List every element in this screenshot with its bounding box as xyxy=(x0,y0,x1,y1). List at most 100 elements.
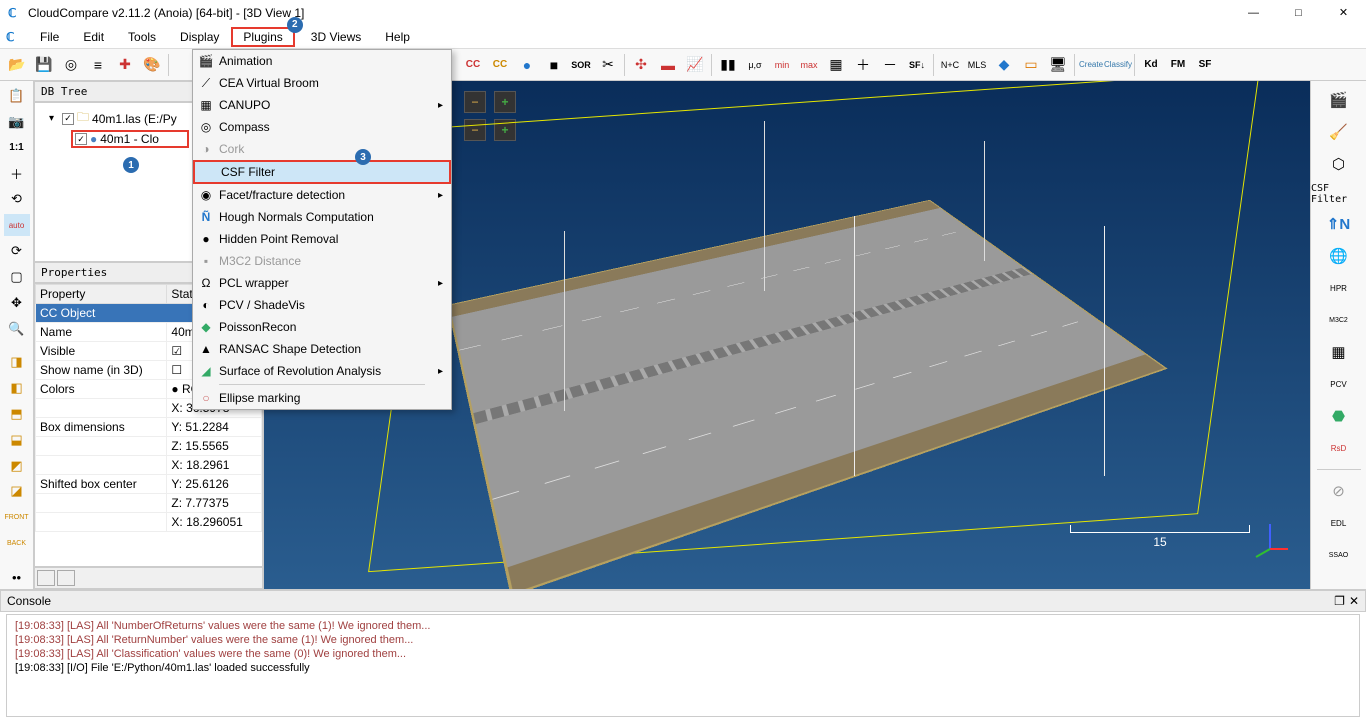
plugin-hidden[interactable]: ●Hidden Point Removal xyxy=(193,228,451,250)
tb-min[interactable]: min xyxy=(769,52,795,78)
console-body[interactable]: [19:08:33] [LAS] All 'NumberOfReturns' v… xyxy=(6,614,1360,717)
plugin-pcv[interactable]: ◐PCV / ShadeVis xyxy=(193,294,451,316)
lt-view4[interactable]: ⬓ xyxy=(4,429,30,451)
tb-sor[interactable]: SOR xyxy=(568,52,594,78)
zoom-in-1[interactable]: + xyxy=(494,91,516,113)
tb-sphere[interactable]: ● xyxy=(514,52,540,78)
rt-edl[interactable]: EDL xyxy=(1324,508,1354,538)
rt-ssao[interactable]: SSAO xyxy=(1324,540,1354,570)
tb-cc2[interactable]: CC xyxy=(487,52,513,78)
tb-stats[interactable]: μ,σ xyxy=(742,52,768,78)
rt-pcv[interactable]: PCV xyxy=(1324,369,1354,399)
menu-plugins[interactable]: Plugins 2 xyxy=(231,27,294,47)
rt-disable[interactable]: ⊘ xyxy=(1324,476,1354,506)
maximize-button[interactable]: □ xyxy=(1276,0,1321,25)
rt-grid[interactable]: ▦ xyxy=(1324,337,1354,367)
plugin-facet[interactable]: ◉Facet/fracture detection▸ xyxy=(193,184,451,206)
tb-hist[interactable]: ▮▮ xyxy=(715,52,741,78)
lt-box[interactable]: ▢ xyxy=(4,266,30,288)
zoom-out-2[interactable]: − xyxy=(464,119,486,141)
tb-open[interactable]: 📂 xyxy=(4,52,30,78)
plugin-hough[interactable]: ÑHough Normals Computation xyxy=(193,206,451,228)
rt-hpr[interactable]: HPR xyxy=(1324,273,1354,303)
plugin-ellipse[interactable]: ○Ellipse marking xyxy=(193,387,451,409)
lt-rot[interactable]: ⟲ xyxy=(4,189,30,211)
plugin-canupo[interactable]: ▦CANUPO▸ xyxy=(193,94,451,116)
tb-kd[interactable]: Kd xyxy=(1138,52,1164,78)
tb-fm[interactable]: FM xyxy=(1165,52,1191,78)
menu-tools[interactable]: Tools xyxy=(116,27,168,47)
menu-3dviews[interactable]: 3D Views xyxy=(299,27,373,47)
menu-file[interactable]: File xyxy=(28,27,71,47)
lt-camera[interactable]: 📷 xyxy=(4,111,30,133)
console-close-button[interactable]: ✕ xyxy=(1349,594,1359,608)
rt-globe[interactable]: 🌐 xyxy=(1324,241,1354,271)
tb-minus[interactable]: － xyxy=(877,52,903,78)
tb-save[interactable]: 💾 xyxy=(31,52,57,78)
tb-cc1[interactable]: CC xyxy=(460,52,486,78)
lt-view2[interactable]: ◧ xyxy=(4,377,30,399)
tb-nc[interactable]: N+C xyxy=(937,52,963,78)
menu-help[interactable]: Help xyxy=(373,27,422,47)
plugin-csf-filter[interactable]: CSF Filter 3 xyxy=(193,160,451,184)
tb-list[interactable]: ≡ xyxy=(85,52,111,78)
tb-canupo-c[interactable]: Create xyxy=(1078,52,1104,78)
menu-edit[interactable]: Edit xyxy=(71,27,116,47)
lt-move[interactable]: ✥ xyxy=(4,292,30,314)
prop-btn-1[interactable] xyxy=(37,570,55,586)
rt-hex[interactable]: ⬣ xyxy=(1324,401,1354,431)
tree-child-checkbox[interactable]: ✓ xyxy=(75,133,87,145)
menu-display[interactable]: Display xyxy=(168,27,231,47)
lt-legend[interactable]: •• xyxy=(4,567,30,589)
rt-rsd[interactable]: RsD xyxy=(1324,433,1354,463)
tb-screen[interactable]: 🖥 xyxy=(1045,52,1071,78)
lt-zoom[interactable]: 🔍 xyxy=(4,318,30,340)
tb-sf2[interactable]: SF xyxy=(1192,52,1218,78)
lt-plus[interactable]: ＋ xyxy=(4,163,30,185)
rt-shield[interactable]: ⬡ xyxy=(1324,149,1354,179)
tree-collapse-icon[interactable]: ▾ xyxy=(49,113,59,124)
lt-front[interactable]: FRONT xyxy=(4,506,30,528)
tb-book[interactable]: ▬ xyxy=(655,52,681,78)
zoom-in-2[interactable]: + xyxy=(494,119,516,141)
plugin-ransac[interactable]: ▲RANSAC Shape Detection xyxy=(193,338,451,360)
tb-plot[interactable]: 📈 xyxy=(682,52,708,78)
rt-animation[interactable]: 🎬 xyxy=(1324,85,1354,115)
tree-child[interactable]: ✓ ● 40m1 - Clo xyxy=(71,130,189,148)
tb-canupo-cl[interactable]: Classify xyxy=(1105,52,1131,78)
lt-view1[interactable]: ◨ xyxy=(4,351,30,373)
tb-ptsize[interactable]: ◎ xyxy=(58,52,84,78)
tb-mls[interactable]: MLS xyxy=(964,52,990,78)
tb-max[interactable]: max xyxy=(796,52,822,78)
rt-broom[interactable]: 🧹 xyxy=(1324,117,1354,147)
plugin-broom[interactable]: ⟋CEA Virtual Broom xyxy=(193,72,451,94)
console-float-button[interactable]: ❐ xyxy=(1334,594,1345,608)
tb-dark[interactable]: ■ xyxy=(541,52,567,78)
zoom-out-1[interactable]: − xyxy=(464,91,486,113)
tb-color[interactable]: 🎨 xyxy=(139,52,165,78)
plugin-sor[interactable]: ◢Surface of Revolution Analysis▸ xyxy=(193,360,451,382)
lt-auto[interactable]: auto xyxy=(4,214,30,236)
lt-view6[interactable]: ◪ xyxy=(4,480,30,502)
lt-view5[interactable]: ◩ xyxy=(4,455,30,477)
tb-move[interactable]: ✣ xyxy=(628,52,654,78)
lt-rot2[interactable]: ⟳ xyxy=(4,240,30,262)
rt-arrow-n[interactable]: ⇑N xyxy=(1324,209,1354,239)
tree-root-checkbox[interactable]: ✓ xyxy=(62,113,74,125)
prop-btn-2[interactable] xyxy=(57,570,75,586)
tb-cut[interactable]: ✂ xyxy=(595,52,621,78)
close-button[interactable]: ✕ xyxy=(1321,0,1366,25)
tb-add[interactable]: ✚ xyxy=(112,52,138,78)
tb-sf[interactable]: SF↓ xyxy=(904,52,930,78)
tb-calc[interactable]: ▦ xyxy=(823,52,849,78)
rt-m3c2[interactable]: M3C2 xyxy=(1324,305,1354,335)
lt-back[interactable]: BACK xyxy=(4,532,30,554)
plugin-poisson[interactable]: ◆PoissonRecon xyxy=(193,316,451,338)
tb-plus[interactable]: ＋ xyxy=(850,52,876,78)
lt-11[interactable]: 1:1 xyxy=(4,137,30,159)
tb-or[interactable]: ▭ xyxy=(1018,52,1044,78)
minimize-button[interactable]: — xyxy=(1231,0,1276,25)
plugin-pcl[interactable]: ΩPCL wrapper▸ xyxy=(193,272,451,294)
tb-gem[interactable]: ◆ xyxy=(991,52,1017,78)
plugin-compass[interactable]: ◎Compass xyxy=(193,116,451,138)
